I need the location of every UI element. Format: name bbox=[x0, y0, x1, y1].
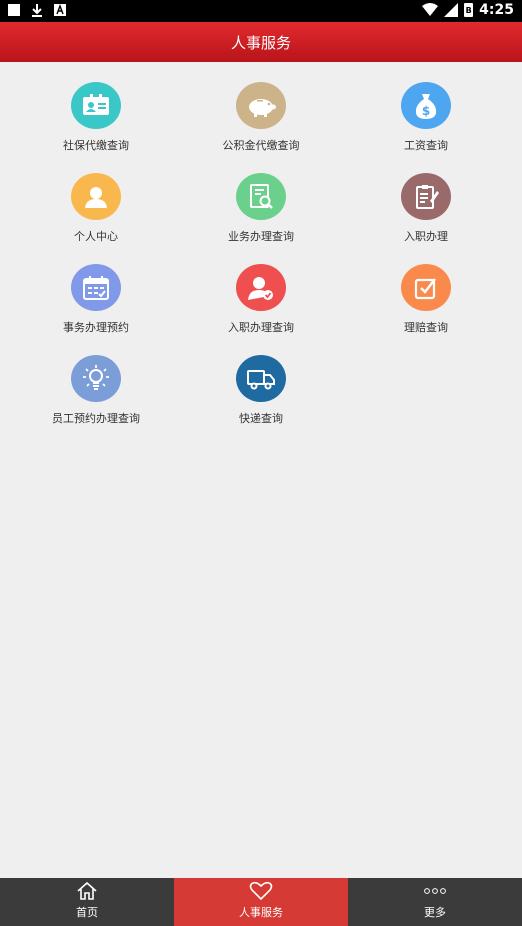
grid-item-label: 社保代缴查询 bbox=[63, 139, 129, 152]
tab-label: 更多 bbox=[424, 906, 446, 919]
grid-item-label: 员工预约办理查询 bbox=[52, 412, 140, 425]
tab-label: 人事服务 bbox=[239, 906, 283, 919]
grid-item-label: 个人中心 bbox=[74, 230, 118, 243]
lightbulb-icon bbox=[71, 355, 121, 402]
tab-label: 首页 bbox=[76, 906, 98, 919]
calendar-icon bbox=[71, 264, 121, 311]
heart-icon bbox=[249, 881, 273, 901]
truck-icon bbox=[236, 355, 286, 402]
status-time: 4:25 bbox=[479, 2, 514, 18]
wifi-icon bbox=[422, 3, 439, 16]
grid-item-claims[interactable]: 理赔查询 bbox=[339, 244, 513, 335]
page-title: 人事服务 bbox=[230, 33, 291, 52]
grid-item-label: 公积金代缴查询 bbox=[222, 139, 300, 152]
id-card-icon bbox=[71, 82, 121, 129]
grid-item-affairs-appointment[interactable]: 事务办理预约 bbox=[9, 244, 183, 335]
grid-item-label: 入职办理 bbox=[404, 230, 448, 243]
checkbox-icon bbox=[401, 264, 451, 311]
grid-item-personal-center[interactable]: 个人中心 bbox=[9, 153, 183, 244]
tab-more[interactable]: 更多 bbox=[348, 878, 522, 926]
document-search-icon bbox=[236, 173, 286, 220]
grid-item-express[interactable]: 快递查询 bbox=[174, 335, 348, 426]
grid-item-onboarding[interactable]: 入职办理 bbox=[339, 153, 513, 244]
grid-item-label: 入职办理查询 bbox=[228, 321, 294, 334]
grid-item-onboarding-query[interactable]: 入职办理查询 bbox=[174, 244, 348, 335]
piggy-bank-icon bbox=[236, 82, 286, 129]
grid-item-label: 理赔查询 bbox=[404, 321, 448, 334]
grid-item-label: 工资查询 bbox=[404, 139, 448, 152]
grid-item-housing-fund[interactable]: 公积金代缴查询 bbox=[174, 62, 348, 153]
download-icon bbox=[32, 4, 42, 17]
grid-item-employee-appointment[interactable]: 员工预约办理查询 bbox=[9, 335, 183, 426]
tab-hr-service[interactable]: 人事服务 bbox=[174, 878, 348, 926]
grid-item-salary[interactable]: $ 工资查询 bbox=[339, 62, 513, 153]
home-icon bbox=[76, 881, 98, 901]
grid-item-label: 事务办理预约 bbox=[63, 321, 129, 334]
grid-item-label: 快递查询 bbox=[239, 412, 283, 425]
grid-item-business-query[interactable]: 业务办理查询 bbox=[174, 153, 348, 244]
user-check-icon bbox=[236, 264, 286, 311]
bottom-tab-bar: 首页 人事服务 更多 bbox=[0, 878, 522, 926]
app-header: 人事服务 bbox=[0, 22, 522, 62]
square-notification-icon bbox=[8, 4, 20, 16]
status-bar: B 4:25 bbox=[0, 0, 522, 22]
signal-icon bbox=[444, 3, 459, 17]
grid-item-social-security[interactable]: 社保代缴查询 bbox=[9, 62, 183, 153]
tab-home[interactable]: 首页 bbox=[0, 878, 174, 926]
more-dots-icon bbox=[423, 881, 447, 901]
svg-text:$: $ bbox=[422, 104, 430, 118]
battery-icon: B bbox=[464, 3, 474, 17]
grid-item-label: 业务办理查询 bbox=[228, 230, 294, 243]
money-bag-icon: $ bbox=[401, 82, 451, 129]
app-a-icon bbox=[54, 4, 66, 16]
person-icon bbox=[71, 173, 121, 220]
clipboard-edit-icon bbox=[401, 173, 451, 220]
